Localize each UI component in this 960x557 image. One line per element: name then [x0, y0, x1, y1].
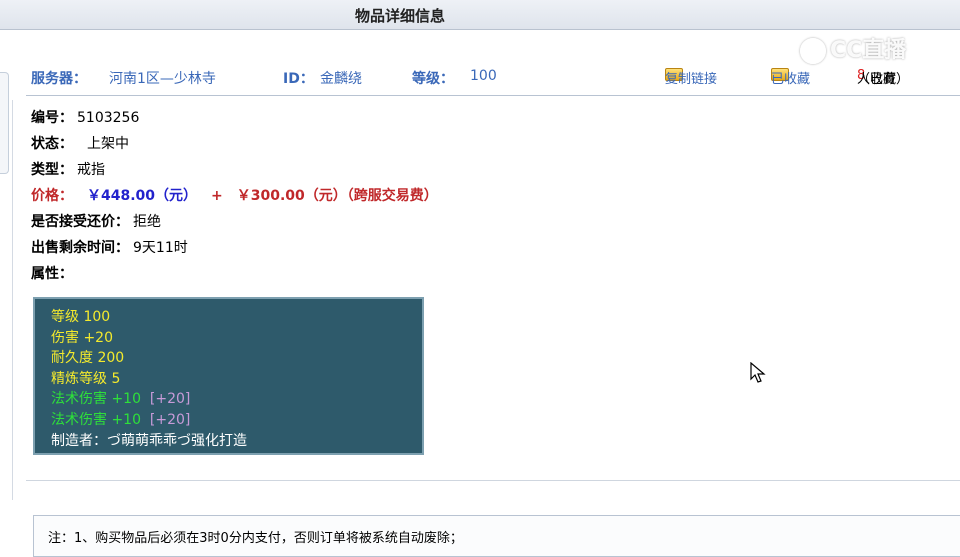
attr-magic-damage-2-main: 法术伤害 +10 — [51, 411, 141, 428]
page-title: 物品详细信息 — [354, 7, 445, 25]
id-label: ID： — [283, 71, 314, 87]
server-value: 河南1区—少林寺 — [109, 71, 216, 87]
price-value: ￥448.00（元） — [87, 188, 198, 204]
attr-damage: 伤害 +20 — [51, 329, 113, 346]
favorite-label: 已收藏 — [771, 72, 811, 87]
attr-magic-damage-1-main: 法术伤害 +10 — [51, 391, 141, 408]
detail-attributes: 属性： — [31, 263, 73, 283]
detail-status: 状态： 上架中 — [31, 133, 129, 153]
number-value: 5103256 — [77, 110, 140, 126]
copy-link-label: 复制链接 — [665, 72, 718, 87]
note-text: 注：1、购买物品后必须在3时0分内支付，否则订单将被系统自动废除； — [48, 531, 463, 546]
mouse-cursor-svg — [750, 361, 766, 383]
attr-magic-damage-1: 法术伤害 +10 [+20] — [51, 389, 422, 410]
attr-magic-damage-1-bonus: [+20] — [149, 391, 191, 408]
number-label: 编号： — [31, 110, 73, 126]
detail-time-left: 出售剩余时间： 9天11时 — [31, 237, 188, 257]
status-value: 上架中 — [87, 136, 129, 152]
id-value: 金麟绕 — [320, 71, 362, 87]
collected-suffix: 人收藏） — [857, 72, 910, 87]
header-bar: 物品详细信息 — [0, 0, 960, 30]
attr-magic-damage-2: 法术伤害 +10 [+20] — [51, 410, 422, 431]
level-value: 100 — [470, 68, 497, 84]
type-value: 戒指 — [77, 162, 105, 178]
fee-value: ￥300.00（元）（跨服交易费） — [236, 188, 438, 204]
detail-price: 价格： ￥448.00（元） + ￥300.00（元）（跨服交易费） — [31, 185, 438, 205]
watermark: CC直播 — [800, 32, 906, 64]
attribute-panel: 等级 100 伤害 +20 耐久度 200 精炼等级 5 法术伤害 +10 [+… — [33, 297, 424, 455]
cc-logo-icon — [800, 38, 826, 64]
attr-durability: 耐久度 200 — [51, 350, 125, 367]
attr-level: 等级 100 — [51, 309, 111, 325]
attributes-label: 属性： — [31, 266, 73, 282]
watermark-text: CC直播 — [830, 38, 907, 63]
left-border-line — [12, 100, 13, 500]
attr-maker: 制造者：づ萌萌乖乖づ强化打造 — [51, 432, 247, 449]
server-label: 服务器： — [31, 71, 87, 87]
time-left-value: 9天11时 — [133, 240, 188, 256]
type-label: 类型： — [31, 162, 73, 178]
info-divider — [26, 95, 960, 96]
detail-bargain: 是否接受还价： 拒绝 — [31, 211, 161, 231]
section-separator — [26, 480, 960, 481]
info-row: 服务器： 河南1区—少林寺 ID： 金麟绕 等级： 100 复制链接 已收藏 （… — [31, 68, 960, 88]
left-panel-edge — [0, 72, 9, 174]
detail-type: 类型： 戒指 — [31, 159, 105, 179]
bargain-value: 拒绝 — [133, 214, 161, 230]
attr-magic-damage-2-bonus: [+20] — [149, 411, 191, 428]
note-box: 注：1、购买物品后必须在3时0分内支付，否则订单将被系统自动废除； — [33, 515, 960, 557]
price-plus: + — [211, 188, 223, 204]
status-label: 状态： — [31, 136, 73, 152]
price-label: 价格： — [31, 188, 73, 204]
attr-refine: 精炼等级 5 — [51, 370, 121, 387]
time-left-label: 出售剩余时间： — [31, 240, 129, 256]
bargain-label: 是否接受还价： — [31, 214, 129, 230]
detail-number: 编号： 5103256 — [31, 107, 139, 127]
level-label: 等级： — [412, 71, 454, 87]
